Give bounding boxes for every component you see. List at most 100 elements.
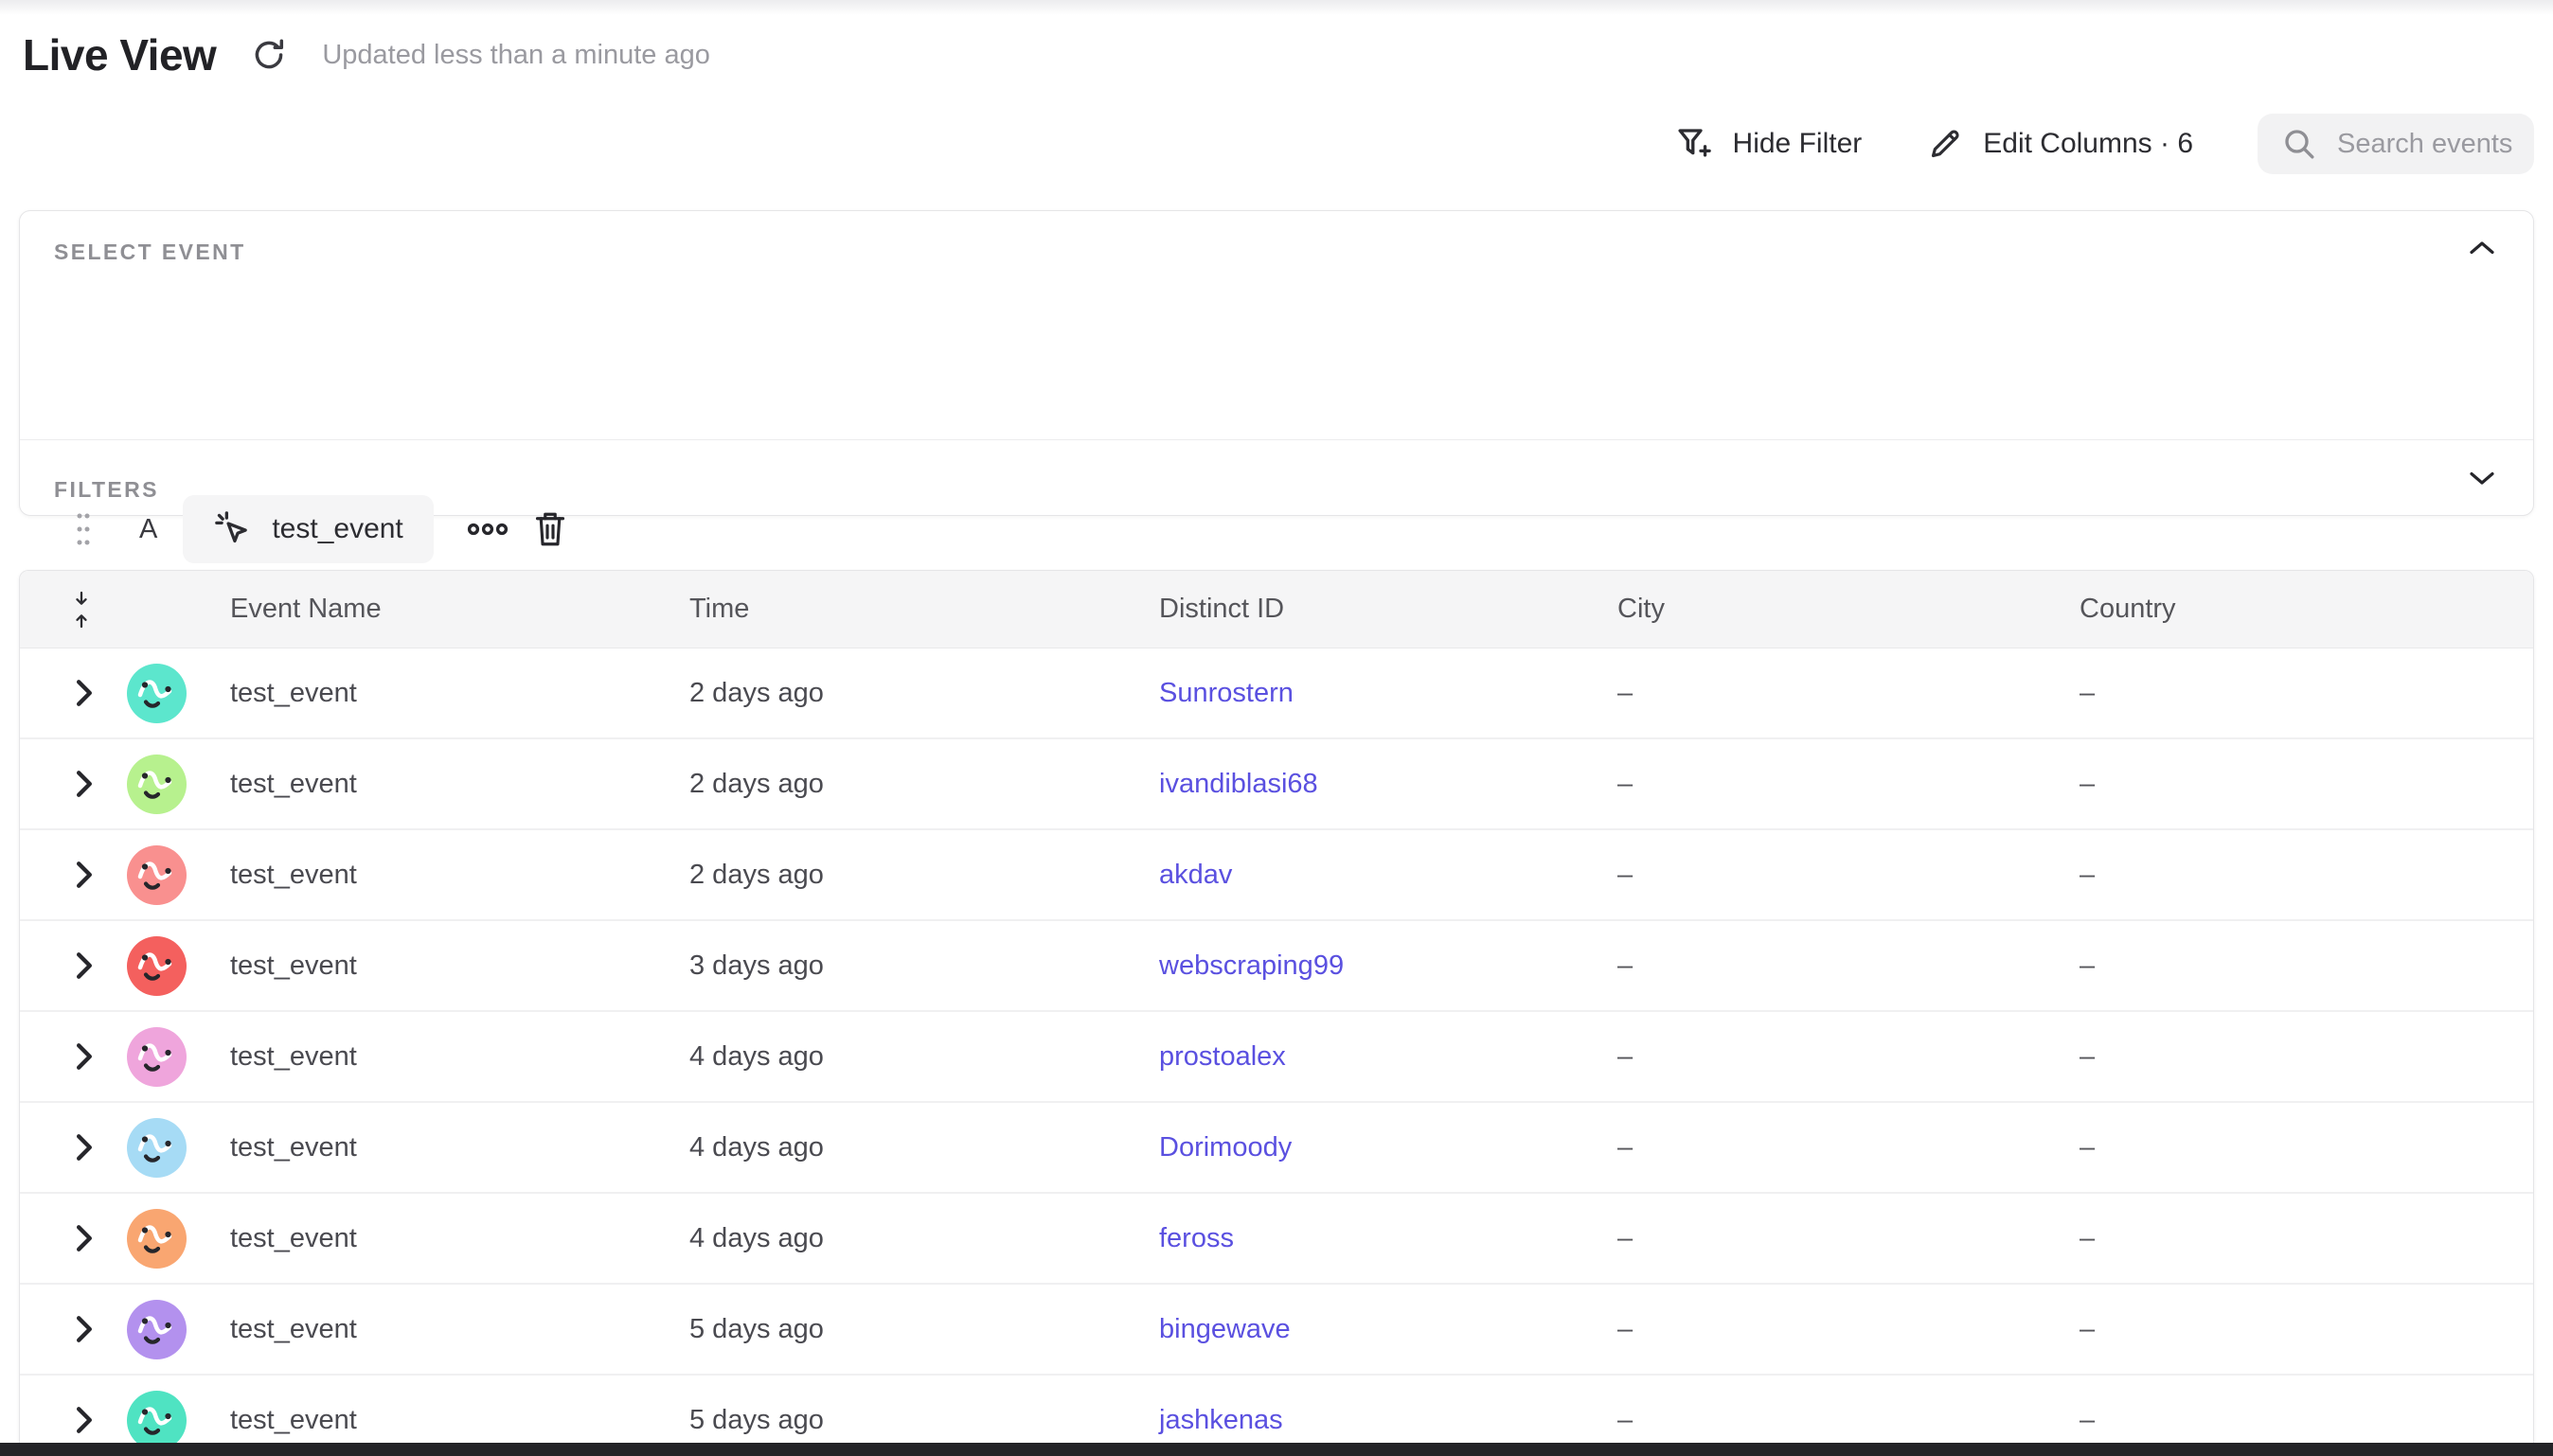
table-row[interactable]: test_event 5 days ago bingewave – –: [20, 1285, 2533, 1376]
expand-row-button[interactable]: [75, 951, 94, 980]
distinct-id-link[interactable]: Sunrostern: [1159, 678, 1294, 708]
cell-city: –: [1617, 1132, 2080, 1163]
event-more-button[interactable]: [467, 522, 509, 537]
expand-row-button[interactable]: [75, 770, 94, 798]
avatar: [127, 936, 187, 996]
chevron-right-icon: [75, 1406, 94, 1434]
table-row[interactable]: test_event 3 days ago webscraping99 – –: [20, 921, 2533, 1012]
distinct-id-link[interactable]: Dorimoody: [1159, 1132, 1292, 1163]
event-name-label: test_event: [272, 513, 402, 545]
query-divider: [20, 439, 2533, 440]
cell-time: 5 days ago: [689, 1314, 1159, 1345]
collapse-rows-icon: [73, 591, 90, 629]
expand-row-button[interactable]: [75, 1042, 94, 1071]
event-row: A test_event: [76, 495, 567, 563]
filters-expand-button[interactable]: [2463, 464, 2501, 492]
select-event-label: SELECT EVENT: [54, 240, 246, 265]
table-row[interactable]: test_event 2 days ago akdav – –: [20, 830, 2533, 921]
cell-event-name: test_event: [230, 860, 689, 891]
collapse-rows-button[interactable]: [73, 591, 90, 629]
column-header-city[interactable]: City: [1617, 594, 2080, 625]
refresh-icon: [249, 35, 289, 75]
event-delete-button[interactable]: [533, 509, 567, 549]
drag-handle[interactable]: [76, 511, 91, 547]
query-builder-panel: SELECT EVENT A test_event: [19, 210, 2534, 516]
cell-event-name: test_event: [230, 1041, 689, 1073]
table-header: Event Name Time Distinct ID City Country: [20, 571, 2533, 648]
cell-city: –: [1617, 950, 2080, 982]
search-input[interactable]: [2337, 129, 2517, 160]
cell-time: 5 days ago: [689, 1405, 1159, 1436]
column-header-time[interactable]: Time: [689, 594, 1159, 625]
expand-row-button[interactable]: [75, 679, 94, 707]
cell-time: 2 days ago: [689, 769, 1159, 800]
distinct-id-link[interactable]: akdav: [1159, 860, 1232, 890]
column-header-distinct-id[interactable]: Distinct ID: [1159, 594, 1617, 625]
refresh-button[interactable]: [248, 34, 290, 76]
edit-columns-button[interactable]: Edit Columns · 6: [1926, 125, 2193, 163]
avatar: [127, 664, 187, 723]
cell-country: –: [2080, 1405, 2533, 1436]
top-fade: [0, 0, 2553, 15]
distinct-id-link[interactable]: prostoalex: [1159, 1041, 1286, 1072]
cursor-click-icon: [213, 509, 253, 549]
distinct-id-link[interactable]: ivandiblasi68: [1159, 769, 1318, 799]
cell-event-name: test_event: [230, 769, 689, 800]
cell-time: 4 days ago: [689, 1041, 1159, 1073]
cell-city: –: [1617, 1405, 2080, 1436]
cell-time: 2 days ago: [689, 678, 1159, 709]
search-icon: [2280, 125, 2318, 163]
table-row[interactable]: test_event 4 days ago prostoalex – –: [20, 1012, 2533, 1103]
column-header-event-name[interactable]: Event Name: [230, 594, 689, 625]
cell-country: –: [2080, 1223, 2533, 1254]
search-box[interactable]: [2258, 114, 2534, 174]
edit-columns-label: Edit Columns · 6: [1983, 128, 2193, 160]
avatar: [127, 755, 187, 814]
cell-event-name: test_event: [230, 1405, 689, 1436]
chevron-right-icon: [75, 679, 94, 707]
chevron-right-icon: [75, 1224, 94, 1252]
cell-country: –: [2080, 769, 2533, 800]
event-letter: A: [139, 514, 157, 545]
cell-country: –: [2080, 1041, 2533, 1073]
event-select-button[interactable]: test_event: [183, 495, 433, 563]
cell-city: –: [1617, 1041, 2080, 1073]
table-row[interactable]: test_event 4 days ago Dorimoody – –: [20, 1103, 2533, 1194]
select-event-collapse-button[interactable]: [2463, 234, 2501, 262]
expand-row-button[interactable]: [75, 1406, 94, 1434]
expand-row-button[interactable]: [75, 1315, 94, 1343]
cell-city: –: [1617, 1314, 2080, 1345]
distinct-id-link[interactable]: bingewave: [1159, 1314, 1291, 1344]
cell-country: –: [2080, 1132, 2533, 1163]
filters-label: FILTERS: [54, 477, 159, 503]
table-row[interactable]: test_event 2 days ago ivandiblasi68 – –: [20, 739, 2533, 830]
cell-time: 2 days ago: [689, 860, 1159, 891]
avatar: [127, 1027, 187, 1087]
expand-row-button[interactable]: [75, 1133, 94, 1162]
hide-filter-button[interactable]: Hide Filter: [1674, 124, 1863, 164]
events-table: Event Name Time Distinct ID City Country: [19, 570, 2534, 1456]
cell-event-name: test_event: [230, 1314, 689, 1345]
distinct-id-link[interactable]: jashkenas: [1159, 1405, 1283, 1435]
cell-city: –: [1617, 678, 2080, 709]
cell-country: –: [2080, 860, 2533, 891]
page-title: Live View: [23, 29, 216, 80]
pencil-icon: [1926, 125, 1964, 163]
chevron-right-icon: [75, 1042, 94, 1071]
expand-row-button[interactable]: [75, 1224, 94, 1252]
chevron-right-icon: [75, 770, 94, 798]
column-header-country[interactable]: Country: [2080, 594, 2533, 625]
page-header: Live View Updated less than a minute ago: [23, 19, 710, 91]
expand-row-button[interactable]: [75, 861, 94, 889]
distinct-id-link[interactable]: webscraping99: [1159, 950, 1344, 981]
more-dots-icon: [467, 522, 509, 537]
avatar: [127, 845, 187, 905]
distinct-id-link[interactable]: feross: [1159, 1223, 1234, 1253]
table-row[interactable]: test_event 2 days ago Sunrostern – –: [20, 648, 2533, 739]
cell-event-name: test_event: [230, 1223, 689, 1254]
chevron-right-icon: [75, 951, 94, 980]
trash-icon: [533, 509, 567, 549]
table-row[interactable]: test_event 4 days ago feross – –: [20, 1194, 2533, 1285]
chevron-right-icon: [75, 861, 94, 889]
cell-country: –: [2080, 950, 2533, 982]
